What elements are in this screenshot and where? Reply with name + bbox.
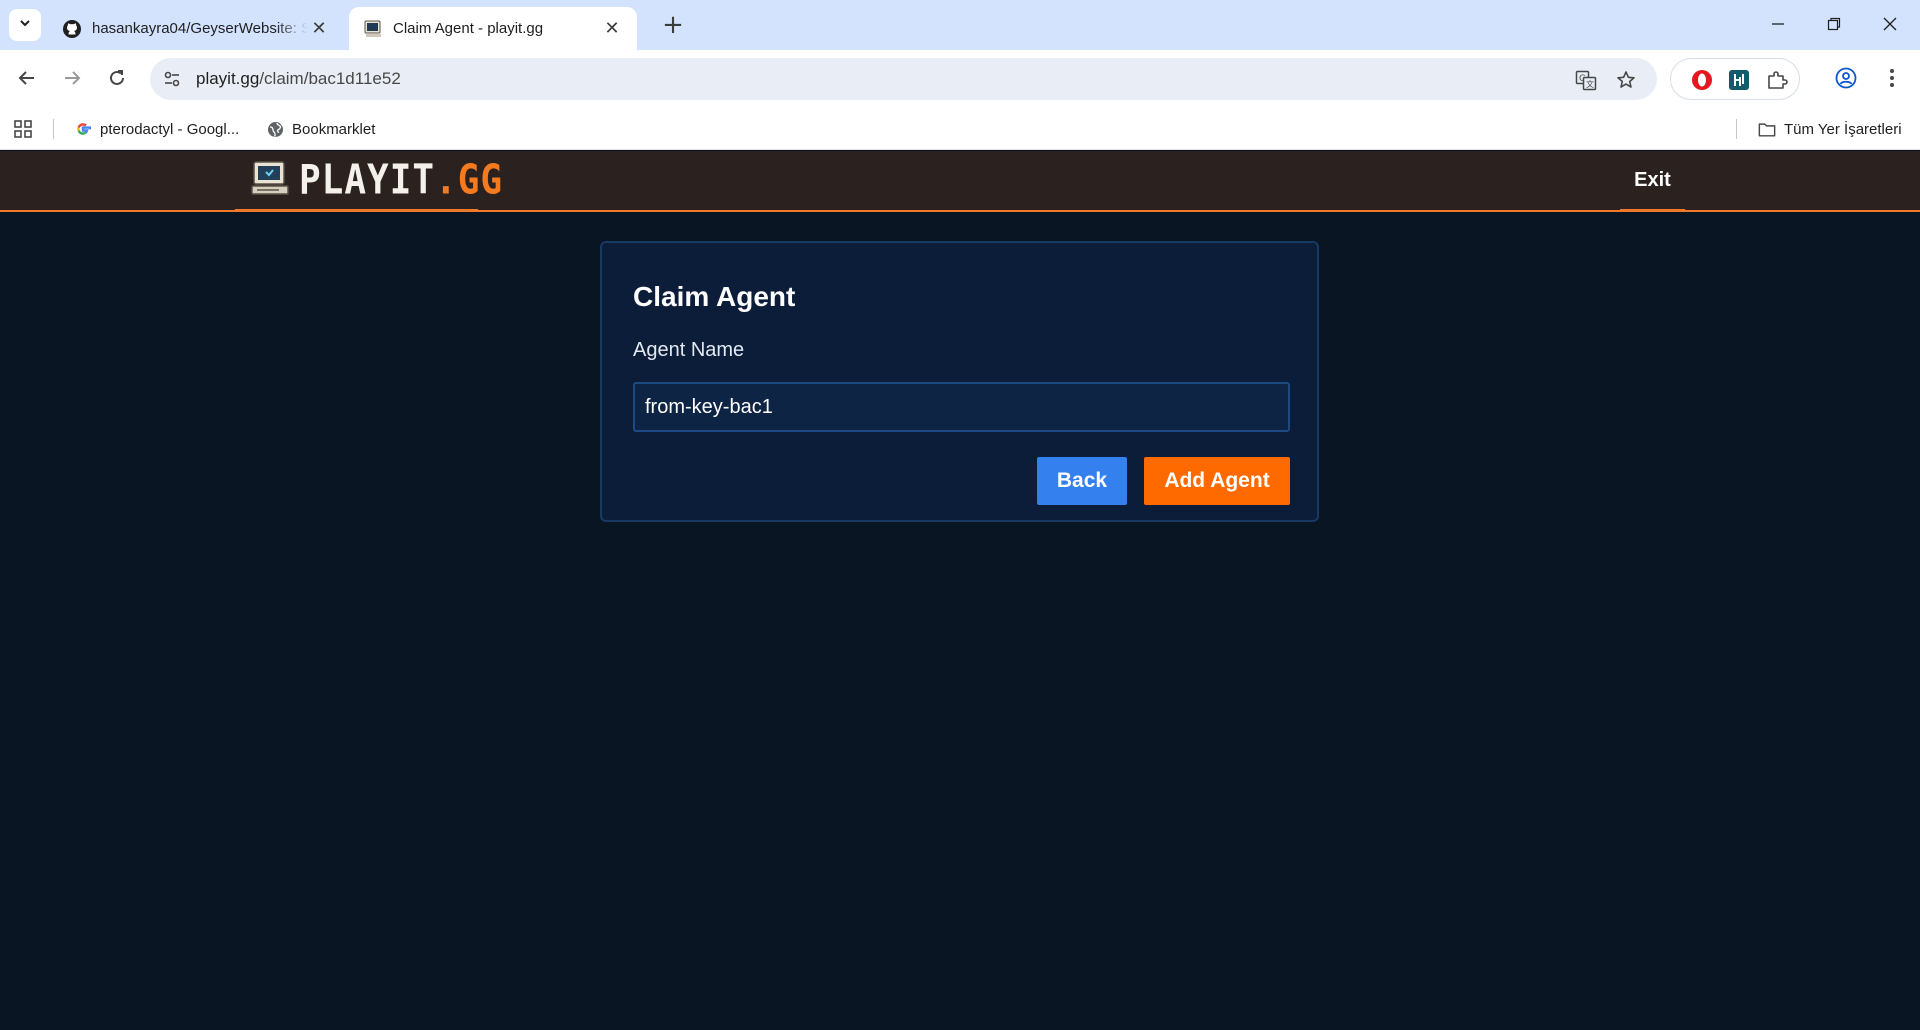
close-icon[interactable]: ✕: [308, 18, 330, 40]
exit-link[interactable]: Exit: [1620, 151, 1685, 212]
close-icon: [1883, 17, 1897, 31]
browser-tab-github[interactable]: hasankayra04/GeyserWebsite: S ✕: [48, 7, 344, 50]
browser-tab-claim-agent[interactable]: Claim Agent - playit.gg ✕: [349, 7, 637, 50]
bookmarks-divider: [1736, 119, 1737, 139]
all-bookmarks-label: Tüm Yer İşaretleri: [1784, 120, 1902, 138]
folder-icon: [1758, 120, 1776, 138]
arrow-right-icon: [65, 71, 81, 85]
kebab-menu-icon: [1890, 69, 1894, 87]
apps-grid-icon: [14, 120, 32, 138]
minimize-icon: [1772, 23, 1784, 25]
bookmark-bookmarklet[interactable]: Bookmarklet: [266, 108, 375, 150]
browser-toolbar: playit.gg/claim/bac1d11e52 G文: [0, 50, 1920, 108]
hotjar-extension-icon[interactable]: [1726, 67, 1752, 93]
logo-text: PLAYIT.GG: [299, 156, 503, 203]
forward-nav-button[interactable]: [55, 61, 89, 95]
browser-tab-strip: hasankayra04/GeyserWebsite: S ✕ Claim Ag…: [0, 0, 1920, 50]
tab-search-button[interactable]: [9, 9, 41, 41]
close-icon[interactable]: ✕: [601, 18, 623, 40]
reload-button[interactable]: [100, 61, 134, 95]
globe-icon: [266, 120, 284, 138]
profile-button[interactable]: [1830, 62, 1862, 94]
restore-icon: [1827, 17, 1841, 31]
browser-menu-button[interactable]: [1876, 62, 1908, 94]
arrow-left-icon: [18, 71, 34, 85]
github-icon: [62, 19, 82, 39]
opera-extension-icon[interactable]: [1689, 67, 1715, 93]
agent-name-input[interactable]: [633, 382, 1290, 432]
bookmarks-bar: pterodactyl - Googl... Bookmarklet Tüm Y…: [0, 108, 1920, 150]
window-close-button[interactable]: [1862, 0, 1918, 48]
playit-icon: [363, 19, 383, 39]
tab-title: Claim Agent - playit.gg: [393, 20, 544, 37]
back-button[interactable]: Back: [1037, 457, 1127, 505]
logo-main-text: PLAYIT: [299, 156, 436, 204]
url-path: /claim/bac1d11e52: [259, 69, 401, 88]
minimize-button[interactable]: [1750, 0, 1806, 48]
card-title: Claim Agent: [633, 281, 796, 312]
back-nav-button[interactable]: [10, 61, 44, 95]
site-header: PLAYIT.GG Exit: [0, 151, 1920, 212]
svg-text:文: 文: [1586, 79, 1594, 89]
site-settings-icon[interactable]: [160, 67, 184, 91]
bookmark-pterodactyl[interactable]: pterodactyl - Googl...: [74, 108, 239, 150]
url-text: playit.gg/claim/bac1d11e52: [196, 69, 401, 89]
extensions-group: [1670, 58, 1800, 100]
tab-title: hasankayra04/GeyserWebsite: S: [92, 20, 308, 37]
restore-button[interactable]: [1806, 0, 1862, 48]
bookmark-label: Bookmarklet: [292, 120, 376, 138]
agent-name-label: Agent Name: [633, 339, 745, 361]
playit-logo[interactable]: PLAYIT.GG: [235, 151, 502, 212]
new-tab-button[interactable]: +: [659, 10, 687, 40]
bookmark-star-icon[interactable]: [1613, 67, 1639, 93]
google-icon: [74, 120, 92, 138]
translate-icon[interactable]: G文: [1573, 67, 1599, 93]
puzzle-icon[interactable]: [1764, 67, 1790, 93]
claim-agent-card: Claim Agent Agent Name Back Add Agent: [600, 241, 1319, 522]
logo-tld-text: .GG: [435, 156, 504, 204]
add-agent-button[interactable]: Add Agent: [1144, 457, 1290, 505]
bookmarks-divider: [53, 119, 54, 139]
chevron-down-icon: [18, 16, 32, 35]
reload-icon: [110, 70, 124, 85]
all-bookmarks-button[interactable]: Tüm Yer İşaretleri: [1758, 108, 1902, 150]
account-icon: [1835, 67, 1857, 89]
url-host: playit.gg: [196, 69, 260, 88]
address-bar[interactable]: playit.gg/claim/bac1d11e52 G文: [150, 58, 1657, 100]
computer-icon: [251, 160, 289, 201]
apps-button[interactable]: [14, 108, 32, 150]
bookmark-label: pterodactyl - Googl...: [100, 120, 240, 138]
